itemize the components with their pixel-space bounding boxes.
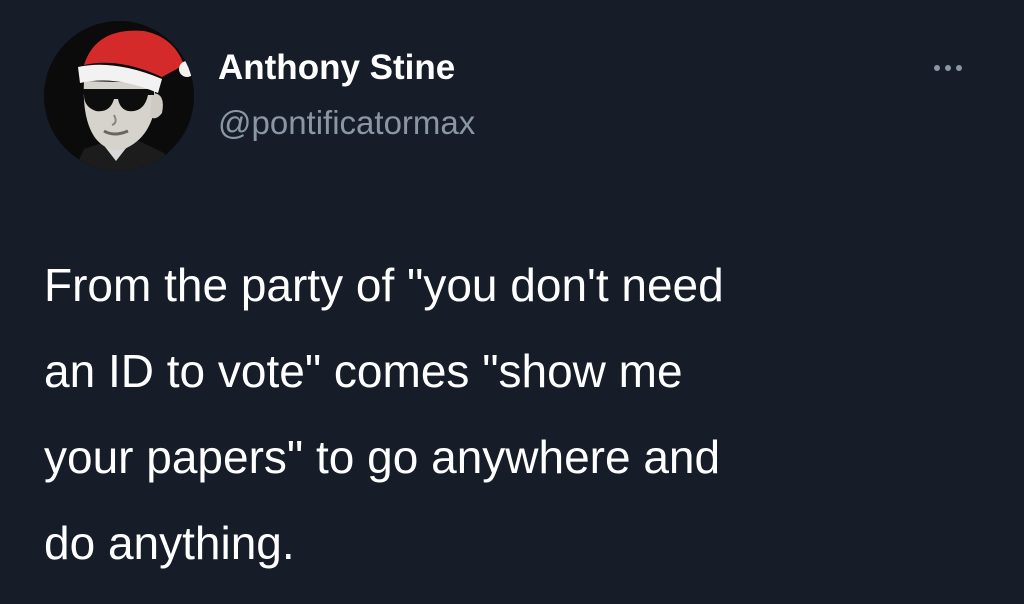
tweet-text-line: From the party of "you don't need — [44, 259, 724, 311]
tweet-text: From the party of "you don't need an ID … — [44, 242, 984, 586]
more-horizontal-icon — [945, 65, 951, 71]
avatar[interactable] — [44, 21, 194, 171]
author-name[interactable]: Anthony Stine — [218, 46, 455, 90]
more-horizontal-icon — [956, 65, 962, 71]
more-horizontal-icon — [934, 65, 940, 71]
tweet-card: Anthony Stine @pontificatormax From the … — [0, 0, 1024, 604]
tweet-text-line: do anything. — [44, 517, 295, 569]
avatar-image — [44, 21, 194, 171]
tweet-text-line: your papers" to go anywhere and — [44, 431, 721, 483]
more-options-button[interactable] — [928, 56, 968, 80]
author-handle[interactable]: @pontificatormax — [218, 102, 475, 144]
tweet-text-line: an ID to vote" comes "show me — [44, 345, 683, 397]
